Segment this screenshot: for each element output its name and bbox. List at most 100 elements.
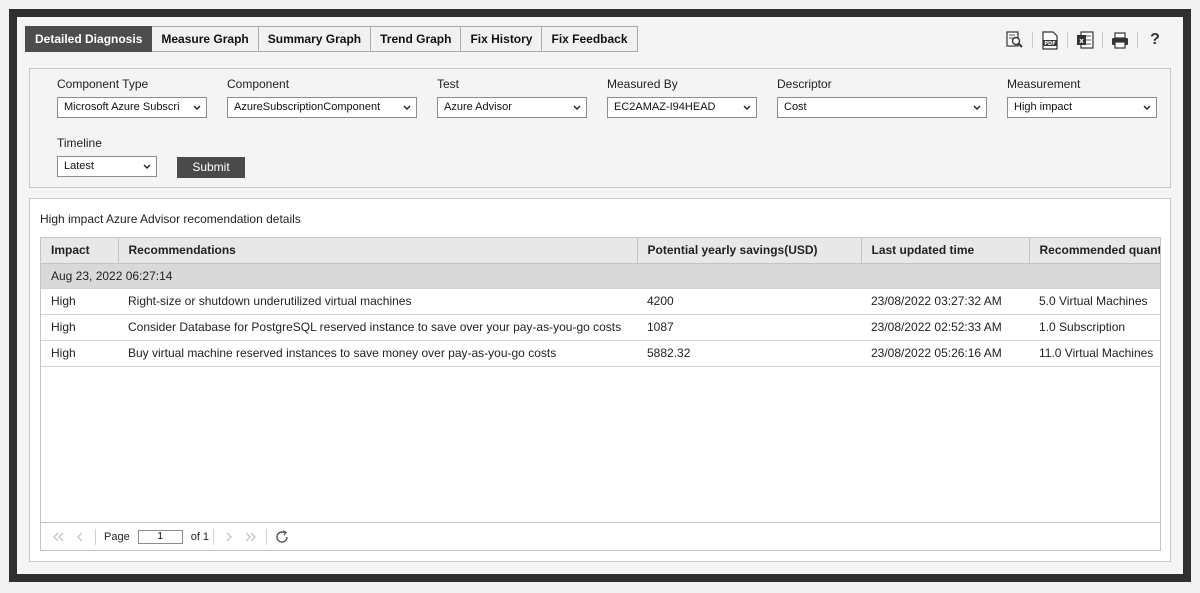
test-group: Test Azure Advisor (437, 77, 587, 118)
table-row[interactable]: High Consider Database for PostgreSQL re… (41, 314, 1160, 341)
descriptor-select[interactable]: Cost (777, 97, 987, 118)
zoom-report-icon[interactable] (999, 29, 1031, 51)
measurement-label: Measurement (1007, 77, 1081, 91)
cell-quantity: 1.0 Subscription (1029, 314, 1160, 341)
chevron-right-icon (226, 532, 232, 541)
page-count-label: of 1 (190, 530, 210, 543)
descriptor-group: Descriptor Cost (777, 77, 987, 118)
column-header-savings[interactable]: Potential yearly savings(USD) (637, 238, 862, 264)
column-header-recommended-quantity[interactable]: Recommended quantit (1029, 238, 1160, 264)
pager-separator (266, 528, 268, 545)
timeline-label: Timeline (57, 136, 102, 150)
cell-impact: High (41, 288, 118, 315)
svg-text:PDF: PDF (1044, 41, 1055, 47)
tab-summary-graph[interactable]: Summary Graph (258, 26, 372, 52)
last-page-button[interactable] (240, 527, 262, 547)
print-icon[interactable] (1104, 29, 1136, 51)
measured-by-label: Measured By (607, 77, 678, 91)
column-header-impact[interactable]: Impact (41, 238, 119, 264)
excel-icon[interactable]: x (1069, 29, 1101, 51)
toolbar-separator (1137, 32, 1138, 48)
component-type-label: Component Type (57, 77, 149, 91)
cell-quantity: 11.0 Virtual Machines (1029, 340, 1160, 367)
toolbar-separator (1102, 32, 1103, 48)
tab-trend-graph[interactable]: Trend Graph (371, 26, 462, 52)
refresh-icon (276, 529, 288, 543)
double-chevron-right-icon (245, 532, 256, 541)
chevron-left-icon (77, 532, 83, 541)
tab-measure-graph[interactable]: Measure Graph (152, 26, 259, 52)
measured-by-select[interactable]: EC2AMAZ-I94HEAD (607, 97, 757, 118)
help-icon[interactable]: ? (1139, 29, 1171, 51)
chevron-down-icon (403, 105, 411, 110)
measurement-value: High impact (1014, 101, 1073, 113)
test-select[interactable]: Azure Advisor (437, 97, 587, 118)
chevron-down-icon (743, 105, 751, 110)
chevron-down-icon (193, 105, 201, 110)
table-row[interactable]: High Right-size or shutdown underutilize… (41, 288, 1160, 315)
filter-panel: Component Type Microsoft Azure Subscri C… (29, 68, 1171, 188)
descriptor-value: Cost (784, 101, 807, 113)
measurement-group: Measurement High impact (1007, 77, 1157, 118)
tab-fix-feedback[interactable]: Fix Feedback (542, 26, 638, 52)
cell-recommendation: Buy virtual machine reserved instances t… (118, 340, 637, 367)
group-label: Aug 23, 2022 06:27:14 (41, 263, 1160, 289)
first-page-button[interactable] (47, 527, 69, 547)
pdf-icon[interactable]: PDF (1034, 29, 1066, 51)
chevron-down-icon (973, 105, 981, 110)
cell-last-updated: 23/08/2022 02:52:33 AM (861, 314, 1029, 341)
test-value: Azure Advisor (444, 101, 512, 113)
column-header-recommendations[interactable]: Recommendations (118, 238, 638, 264)
toolbar-separator (1032, 32, 1033, 48)
toolbar-separator (1067, 32, 1068, 48)
cell-quantity: 5.0 Virtual Machines (1029, 288, 1160, 315)
results-table: Impact Recommendations Potential yearly … (41, 238, 1160, 367)
cell-savings: 1087 (637, 314, 861, 341)
refresh-button[interactable] (271, 527, 293, 547)
table-row[interactable]: High Buy virtual machine reserved instan… (41, 340, 1160, 367)
chevron-down-icon (143, 164, 151, 169)
double-chevron-left-icon (53, 532, 64, 541)
main-panel: Detailed Diagnosis Measure Graph Summary… (17, 17, 1183, 574)
cell-last-updated: 23/08/2022 03:27:32 AM (861, 288, 1029, 315)
timeline-value: Latest (64, 160, 94, 172)
pager-separator (213, 528, 215, 545)
descriptor-label: Descriptor (777, 77, 832, 91)
component-select[interactable]: AzureSubscriptionComponent (227, 97, 417, 118)
cell-impact: High (41, 314, 118, 341)
measured-by-group: Measured By EC2AMAZ-I94HEAD (607, 77, 757, 118)
component-value: AzureSubscriptionComponent (234, 101, 381, 113)
group-row[interactable]: Aug 23, 2022 06:27:14 (41, 263, 1160, 289)
prev-page-button[interactable] (69, 527, 91, 547)
component-type-group: Component Type Microsoft Azure Subscri (57, 77, 207, 118)
cell-recommendation: Right-size or shutdown underutilized vir… (118, 288, 637, 315)
pager-separator (95, 528, 96, 545)
pagination-bar: Page of 1 (41, 522, 1160, 550)
page-number-input[interactable] (137, 529, 183, 544)
results-title: High impact Azure Advisor recomendation … (40, 212, 301, 226)
component-label: Component (227, 77, 290, 91)
measured-by-value: EC2AMAZ-I94HEAD (614, 101, 716, 113)
component-type-value: Microsoft Azure Subscri (64, 101, 180, 113)
test-label: Test (437, 77, 460, 91)
cell-savings: 5882.32 (637, 340, 861, 367)
timeline-select[interactable]: Latest (57, 156, 157, 177)
toolbar-icons: PDF x ? (999, 29, 1171, 51)
submit-button[interactable]: Submit (177, 157, 245, 178)
next-page-button[interactable] (218, 527, 240, 547)
measurement-select[interactable]: High impact (1007, 97, 1157, 118)
svg-text:x: x (1079, 37, 1084, 45)
column-header-last-updated[interactable]: Last updated time (861, 238, 1030, 264)
chevron-down-icon (573, 105, 581, 110)
results-panel: High impact Azure Advisor recomendation … (29, 198, 1171, 562)
tab-fix-history[interactable]: Fix History (461, 26, 543, 52)
page-label: Page (104, 530, 130, 543)
cell-last-updated: 23/08/2022 05:26:16 AM (861, 340, 1029, 367)
tab-detailed-diagnosis[interactable]: Detailed Diagnosis (25, 26, 153, 52)
component-type-select[interactable]: Microsoft Azure Subscri (57, 97, 207, 118)
results-grid: Impact Recommendations Potential yearly … (40, 237, 1161, 551)
window-frame: Detailed Diagnosis Measure Graph Summary… (9, 9, 1191, 582)
cell-recommendation: Consider Database for PostgreSQL reserve… (118, 314, 637, 341)
tab-bar: Detailed Diagnosis Measure Graph Summary… (25, 26, 638, 53)
timeline-group: Timeline Latest (57, 136, 157, 177)
